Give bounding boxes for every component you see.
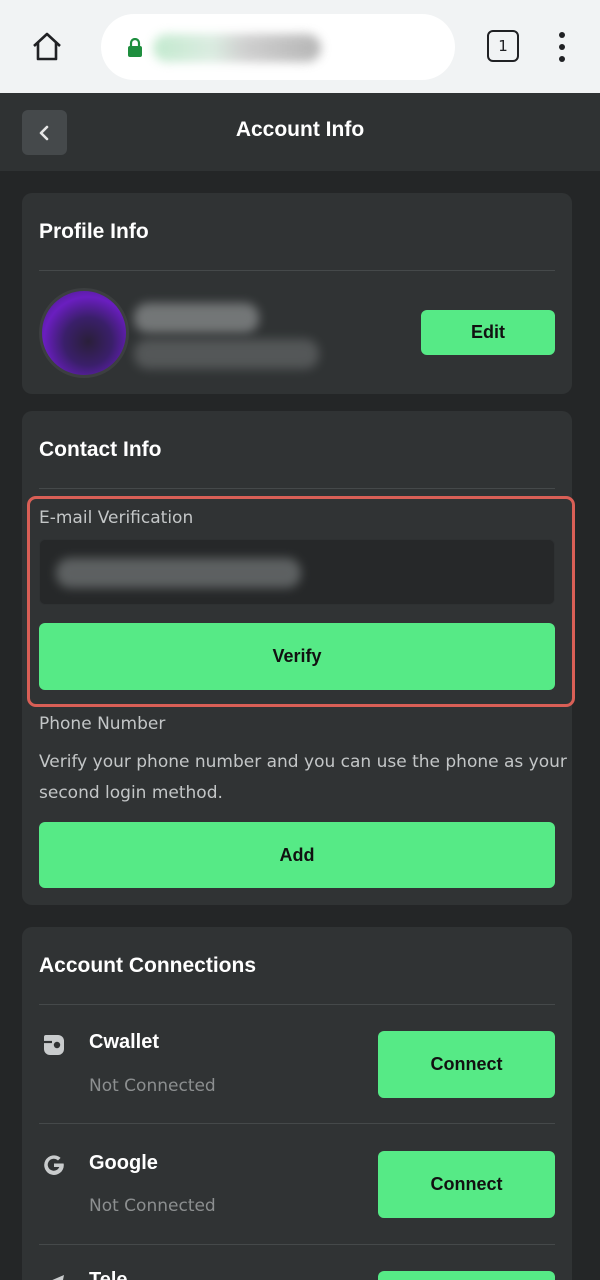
lock-icon <box>127 37 143 58</box>
page-title: Account Info <box>235 118 365 141</box>
connect-telegram-button[interactable] <box>378 1271 555 1280</box>
address-bar[interactable] <box>101 14 455 80</box>
tabs-icon[interactable]: 1 <box>487 30 519 62</box>
google-icon <box>39 1150 69 1180</box>
browser-toolbar: 1 <box>0 0 600 93</box>
app-header: Account Info <box>0 93 600 171</box>
tab-count: 1 <box>498 37 508 55</box>
avatar <box>39 288 129 378</box>
profile-title: Profile Info <box>39 220 149 243</box>
more-vert-icon[interactable] <box>552 30 572 64</box>
divider <box>39 1004 555 1005</box>
connection-status: Not Connected <box>89 1076 216 1096</box>
connection-name: Cwallet <box>89 1031 160 1053</box>
contact-card: Contact Info E-mail Verification Verify … <box>22 411 575 905</box>
connection-name: Google <box>89 1152 158 1174</box>
connection-status: Not Connected <box>89 1196 216 1216</box>
url-text-redacted <box>153 34 321 62</box>
connect-google-button[interactable]: Connect <box>378 1151 555 1218</box>
add-phone-button[interactable]: Add <box>39 822 555 888</box>
contact-title: Contact Info <box>39 438 162 461</box>
email-verification-highlight <box>27 496 575 707</box>
connect-cwallet-button[interactable]: Connect <box>378 1031 555 1098</box>
cwallet-icon <box>39 1030 69 1060</box>
connections-card: Account Connections Cwallet Not Connecte… <box>22 927 572 1280</box>
home-icon[interactable] <box>30 30 64 64</box>
divider <box>39 1123 555 1124</box>
connections-title: Account Connections <box>39 954 257 977</box>
divider <box>39 488 555 489</box>
telegram-icon <box>39 1270 69 1280</box>
edit-button[interactable]: Edit <box>421 310 555 355</box>
connection-name: Tele <box>89 1269 128 1280</box>
divider <box>39 1244 555 1245</box>
profile-card: Profile Info Edit <box>22 193 572 394</box>
divider <box>39 270 555 271</box>
user-id-redacted <box>134 339 319 369</box>
phone-number-label: Phone Number <box>39 714 166 734</box>
phone-description: Verify your phone number and you can use… <box>39 752 567 803</box>
username-redacted <box>134 303 259 333</box>
